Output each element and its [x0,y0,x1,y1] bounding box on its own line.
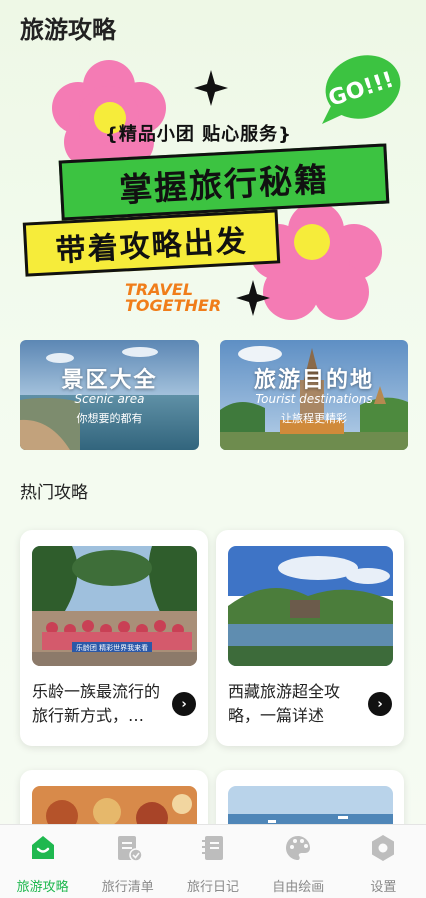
tab-travel-list[interactable]: 旅行清单 [85,825,170,898]
tab-settings[interactable]: 设置 [341,825,426,898]
guide-image [228,546,393,666]
sparkle-icon [194,70,228,106]
hot-guides-heading: 热门攻略 [20,483,88,503]
bottom-tab-bar: 旅游攻略 旅行清单 旅行日记 自由绘画 设置 [0,824,426,898]
go-speech-bubble-icon: GO!!! [322,55,401,124]
tab-free-drawing[interactable]: 自由绘画 [256,825,341,898]
promo-banner[interactable]: GO!!! {精品小团 贴心服务} 掌握旅行秘籍 带着攻略出发 TRAVEL T… [0,50,426,330]
group-banner-text: 乐龄团 精彩世界我来看 [76,643,148,652]
guide-title: 西藏旅游超全攻略，一篇详述 [228,682,341,725]
tab-label: 设置 [370,880,397,895]
guide-image: 乐龄团 精彩世界我来看 [32,546,197,666]
guide-title: 乐龄一族最流行的旅行新方式，… [32,682,161,725]
tourist-destinations-card[interactable]: 旅游目的地 Tourist destinations 让旅程更精彩 [220,340,408,450]
page-title: 旅游攻略 [20,16,116,44]
checklist-icon [117,836,143,862]
travel-line-2: TOGETHER [125,296,222,315]
tourist-destinations-title: 旅游目的地 [253,368,374,393]
gear-icon [372,835,395,861]
diary-icon [202,836,223,860]
tab-label: 旅行日记 [187,880,240,895]
travel-together-text: TRAVEL TOGETHER [125,282,221,314]
tab-travel-diary[interactable]: 旅行日记 [170,825,255,898]
tab-travel-guide[interactable]: 旅游攻略 [0,825,85,898]
tourist-destinations-subtitle: 让旅程更精彩 [281,412,347,425]
tab-label: 旅行清单 [101,880,154,895]
scenic-area-title: 景区大全 [61,368,158,393]
slogan-main: 掌握旅行秘籍 [118,159,331,210]
tab-label: 自由绘画 [272,880,325,895]
guide-card[interactable]: 西藏旅游超全攻略，一篇详述 › [216,530,404,746]
guide-card[interactable]: 乐龄团 精彩世界我来看 乐龄一族最流行的旅行新方式，… › [20,530,208,746]
palette-icon [286,836,311,860]
tourist-destinations-subtitle-en: Tourist destinations [255,392,373,406]
home-bag-icon [31,836,54,859]
tab-label: 旅游攻略 [16,880,69,895]
scenic-area-card[interactable]: 景区大全 Scenic area 你想要的都有 [20,340,199,450]
slogan-sub: 带着攻略出发 [54,223,249,269]
sparkle-icon [236,280,270,316]
scenic-area-subtitle-en: Scenic area [74,392,145,406]
scenic-area-subtitle: 你想要的都有 [76,412,143,425]
flower-decoration [52,60,166,168]
banner-tagline: {精品小团 贴心服务} [105,124,292,145]
chevron-right-icon[interactable]: › [368,692,392,716]
chevron-right-icon[interactable]: › [172,692,196,716]
